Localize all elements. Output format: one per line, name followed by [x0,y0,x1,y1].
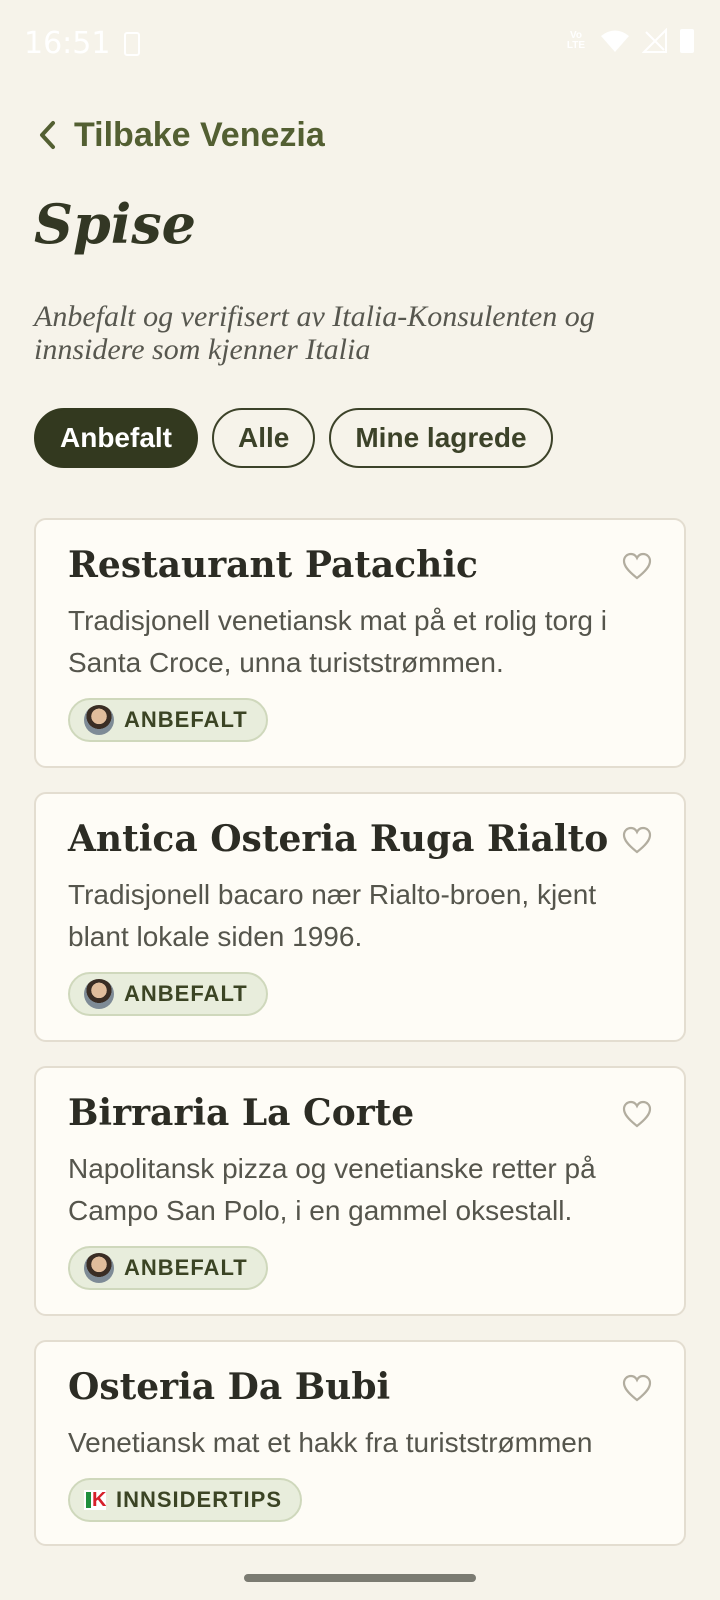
restaurant-card[interactable]: Birraria La Corte Napolitansk pizza og v… [34,1066,686,1316]
consultant-avatar [84,979,114,1009]
insider-tip-badge: K INNSIDERTIPS [68,1478,303,1522]
back-button[interactable]: Tilbake Venezia [38,112,325,158]
badge-label: ANBEFALT [124,707,248,732]
restaurant-description: Tradisjonell venetiansk mat på et rolig … [68,605,607,678]
heart-icon[interactable] [622,1100,652,1128]
restaurant-card[interactable]: Antica Osteria Ruga Rialto Tradisjonell … [34,792,686,1042]
restaurant-list: Restaurant Patachic Tradisjonell venetia… [34,518,686,1570]
ik-logo-icon: K [84,1490,106,1510]
battery-icon [680,29,694,53]
restaurant-description: Napolitansk pizza og venetianske retter … [68,1153,596,1226]
chevron-left-icon [40,121,55,149]
restaurant-description: Venetiansk mat et hakk fra turiststrømme… [68,1427,593,1458]
heart-icon[interactable] [622,552,652,580]
restaurant-card[interactable]: Restaurant Patachic Tradisjonell venetia… [34,518,686,768]
filter-chip-alle[interactable]: Alle [212,408,316,468]
heart-icon[interactable] [622,1374,652,1402]
recommended-badge: ANBEFALT [68,698,268,742]
consultant-avatar [84,1253,114,1283]
badge-label: ANBEFALT [124,1255,248,1280]
recommended-badge: ANBEFALT [68,1246,268,1290]
badge-label: INNSIDERTIPS [116,1487,283,1512]
restaurant-name: Antica Osteria Ruga Rialto [68,818,609,860]
network-label: Vo LTE [566,30,586,51]
heart-icon[interactable] [622,826,652,854]
consultant-avatar [84,705,114,735]
back-label: Tilbake Venezia [74,115,325,154]
restaurant-name: Osteria Da Bubi [68,1366,391,1408]
wifi-icon [601,30,629,52]
status-bar: 16:51 Vo LTE [0,0,720,88]
page-title: Spise [34,192,197,256]
restaurant-name: Birraria La Corte [68,1092,415,1134]
badge-label: ANBEFALT [124,981,248,1006]
signal-icon [642,28,667,53]
restaurant-name: Restaurant Patachic [68,544,478,586]
restaurant-description: Tradisjonell bacaro nær Rialto-broen, kj… [68,879,597,952]
home-indicator[interactable] [244,1574,476,1582]
filter-chip-mine-lagrede[interactable]: Mine lagrede [329,408,553,468]
page-subtitle: Anbefalt og verifisert av Italia-Konsule… [34,300,595,366]
filter-tabs: Anbefalt Alle Mine lagrede [34,408,553,468]
recommended-badge: ANBEFALT [68,972,268,1016]
filter-chip-anbefalt[interactable]: Anbefalt [34,408,198,468]
status-icons: Vo LTE [564,28,694,54]
status-time: 16:51 [24,26,111,61]
phone-icon [124,32,140,56]
restaurant-card[interactable]: Osteria Da Bubi Venetiansk mat et hakk f… [34,1340,686,1546]
